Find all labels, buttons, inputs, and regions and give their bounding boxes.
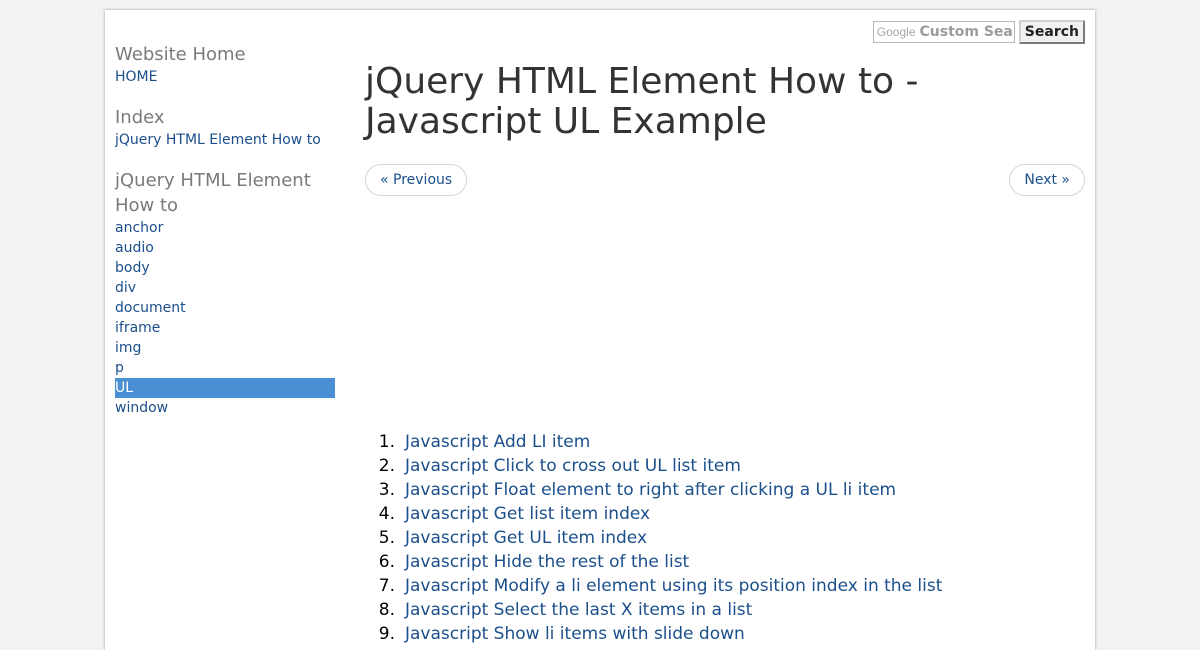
list-link[interactable]: Javascript Hide the rest of the list (405, 550, 689, 574)
list-number: 1. (378, 432, 395, 452)
list-item: 7. Javascript Modify a li element using i… (365, 574, 1085, 598)
list-item: 6. Javascript Hide the rest of the list (365, 550, 1085, 574)
list-number: 8. (378, 600, 395, 620)
sidebar-item-anchor[interactable]: anchor (115, 218, 335, 238)
list-link[interactable]: Javascript Get UL item index (405, 526, 647, 550)
next-button[interactable]: Next » (1009, 164, 1085, 196)
list-item: 5. Javascript Get UL item index (365, 526, 1085, 550)
list-number: 2. (378, 456, 395, 476)
sidebar: Website Home HOME Index jQuery HTML Elem… (115, 42, 335, 436)
list-number: 5. (378, 528, 395, 548)
list-number: 7. (378, 576, 395, 596)
list-number: 3. (378, 480, 395, 500)
sidebar-heading: jQuery HTML Element How to (115, 170, 311, 216)
list-item: 3. Javascript Float element to right afte… (365, 478, 1085, 502)
sidebar-item-p[interactable]: p (115, 358, 335, 378)
search-button[interactable]: Search (1018, 20, 1085, 44)
page-container: Google Custom Search Search Website Home… (105, 10, 1095, 650)
sidebar-item-document[interactable]: document (115, 298, 335, 318)
sidebar-item-audio[interactable]: audio (115, 238, 335, 258)
list-item: 8. Javascript Select the last X items in … (365, 598, 1085, 622)
sidebar-item-window[interactable]: window (115, 398, 335, 418)
sidebar-link-index[interactable]: jQuery HTML Element How to (115, 130, 335, 150)
list-item: 2. Javascript Click to cross out UL list … (365, 454, 1085, 478)
list-number: 4. (378, 504, 395, 524)
list-link[interactable]: Javascript Modify a li element using its… (405, 574, 942, 598)
search-placeholder: Custom Search (919, 24, 1014, 40)
sidebar-item-ul[interactable]: UL (115, 378, 335, 398)
sidebar-item-img[interactable]: img (115, 338, 335, 358)
page-title: jQuery HTML Element How to - Javascript … (365, 61, 919, 142)
sidebar-heading: Index (115, 107, 165, 128)
google-logo: Google (876, 25, 916, 39)
sidebar-item-iframe[interactable]: iframe (115, 318, 335, 338)
example-list: 1. Javascript Add LI item 2. Javascript Cl… (365, 430, 1085, 646)
sidebar-item-div[interactable]: div (115, 278, 335, 298)
list-item: 9. Javascript Show li items with slide do… (365, 622, 1085, 646)
search-input[interactable]: Google Custom Search (872, 21, 1015, 43)
sidebar-item-body[interactable]: body (115, 258, 335, 278)
list-link[interactable]: Javascript Add LI item (405, 430, 590, 454)
main-content: jQuery HTML Element How to - Javascript … (365, 62, 1085, 646)
list-item: 4. Javascript Get list item index (365, 502, 1085, 526)
list-link[interactable]: Javascript Select the last X items in a … (405, 598, 752, 622)
list-link[interactable]: Javascript Float element to right after … (405, 478, 896, 502)
previous-button[interactable]: « Previous (365, 164, 468, 196)
sidebar-group-index: Index jQuery HTML Element How to (115, 105, 335, 150)
list-item: 1. Javascript Add LI item (365, 430, 1085, 454)
sidebar-link-home[interactable]: HOME (115, 67, 335, 87)
pager: « Previous Next » (365, 164, 1085, 196)
list-link[interactable]: Javascript Click to cross out UL list it… (405, 454, 741, 478)
sidebar-heading: Website Home (115, 44, 246, 65)
list-number: 9. (378, 624, 395, 644)
sidebar-group-home: Website Home HOME (115, 42, 335, 87)
search-bar: Google Custom Search Search (872, 20, 1085, 44)
sidebar-group-elements: jQuery HTML Element How to anchor audio … (115, 168, 335, 418)
ad-space (365, 196, 1085, 430)
list-number: 6. (378, 552, 395, 572)
list-link[interactable]: Javascript Show li items with slide down (405, 622, 745, 646)
list-link[interactable]: Javascript Get list item index (405, 502, 650, 526)
